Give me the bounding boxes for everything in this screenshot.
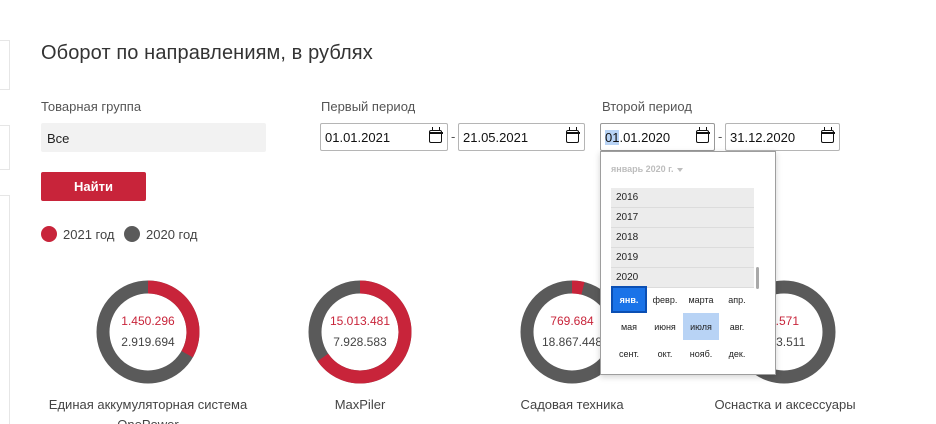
first-period-label: Первый период [321, 99, 416, 114]
legend-dot-icon [124, 226, 140, 242]
legend-dot-icon [41, 226, 57, 242]
find-button[interactable]: Найти [41, 172, 146, 201]
year-option[interactable]: 2020 [611, 268, 754, 288]
page-title: Оборот по направлениям, в рублях [41, 42, 373, 64]
caret-down-icon [676, 167, 683, 172]
chart-caption: Садовая техника [520, 397, 624, 412]
donut-svg [96, 280, 200, 384]
calendar-icon[interactable] [695, 127, 710, 143]
year-option[interactable]: 2016 [611, 188, 754, 208]
donut-chart: 15.013.481 7.928.583 [308, 280, 412, 384]
period1-to-value: 21.05.2021 [463, 130, 529, 145]
month-option-sep[interactable]: сент. [611, 340, 647, 367]
month-year-label: январь 2020 г. [611, 164, 674, 174]
month-option-feb[interactable]: февр. [647, 286, 683, 313]
period2-from-rest: .01.2020 [619, 130, 671, 145]
period1-from-input[interactable]: 01.01.2021 [320, 123, 448, 151]
legend-item-2021: 2021 год [41, 226, 115, 242]
month-option-apr[interactable]: апр. [719, 286, 755, 313]
period1-from-value: 01.01.2021 [325, 130, 391, 145]
sidebar-edge-middle [0, 125, 10, 170]
legend-item-2020: 2020 год [124, 226, 198, 242]
product-group-label: Товарная группа [41, 99, 142, 114]
calendar-icon[interactable] [428, 127, 443, 143]
month-option-nov[interactable]: нояб. [683, 340, 719, 367]
legend-label: 2021 год [63, 226, 115, 242]
calendar-icon[interactable] [820, 127, 835, 143]
year-option[interactable]: 2017 [611, 208, 754, 228]
month-year-toggle[interactable]: январь 2020 г. [611, 164, 683, 174]
year-option[interactable]: 2019 [611, 248, 754, 268]
month-option-aug[interactable]: авг. [719, 313, 755, 340]
calendar-icon[interactable] [565, 127, 580, 143]
value-2020: 7.928.583 [333, 335, 387, 349]
product-group-select[interactable]: Все [41, 123, 266, 152]
period1-separator: - [451, 129, 456, 144]
donut-svg [308, 280, 412, 384]
donut-chart: 1.450.296 2.919.694 [96, 280, 200, 384]
month-option-dec[interactable]: дек. [719, 340, 755, 367]
sidebar-edge-bottom [0, 195, 10, 424]
month-picker-popup[interactable]: январь 2020 г. 2016 2017 2018 2019 2020 … [600, 151, 776, 375]
month-grid: янв. февр. марта апр. мая июня июля авг.… [611, 286, 761, 367]
period2-from-input[interactable]: 01.01.2020 [600, 123, 715, 151]
month-option-may[interactable]: мая [611, 313, 647, 340]
year-list[interactable]: 2016 2017 2018 2019 2020 [611, 188, 754, 288]
period1-to-input[interactable]: 21.05.2021 [458, 123, 585, 151]
chart-caption: MaxPiler [334, 397, 386, 412]
sidebar-edge-top [0, 40, 10, 90]
month-option-mar[interactable]: марта [683, 286, 719, 313]
period2-separator: - [718, 129, 723, 144]
month-option-jul[interactable]: июля [683, 313, 719, 340]
second-period-label: Второй период [602, 99, 692, 114]
month-option-oct[interactable]: окт. [647, 340, 683, 367]
value-2021: 1.450.296 [121, 314, 175, 328]
value-2021: 15.013.481 [329, 314, 391, 328]
value-2020: 2.919.694 [121, 335, 175, 349]
legend-label: 2020 год [146, 226, 198, 242]
year-option[interactable]: 2018 [611, 228, 754, 248]
period2-from-day-segment[interactable]: 01 [605, 130, 620, 145]
period2-to-input[interactable]: 31.12.2020 [725, 123, 840, 151]
month-option-jan[interactable]: янв. [611, 286, 647, 313]
period2-to-value: 31.12.2020 [730, 130, 796, 145]
chart-caption: Оснастка и аксессуары [714, 397, 856, 412]
donut-slice-2021 [571, 280, 585, 295]
month-option-jun[interactable]: июня [647, 313, 683, 340]
chart-caption: Единая аккумуляторная система OnePower [48, 397, 248, 424]
